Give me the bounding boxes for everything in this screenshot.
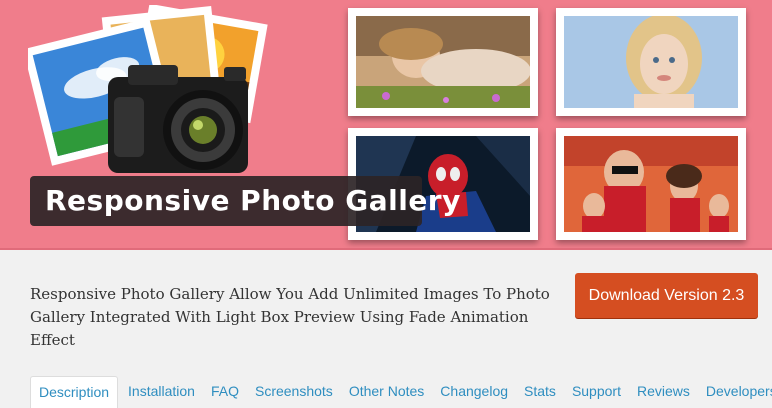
- tab-support[interactable]: Support: [564, 376, 629, 407]
- tab-developers[interactable]: Developers: [698, 376, 772, 407]
- photo-tile-woman-grass: [348, 8, 538, 116]
- plugin-description: Responsive Photo Gallery Allow You Add U…: [30, 285, 550, 349]
- plugin-banner: Responsive Photo Gallery: [0, 0, 772, 250]
- tab-faq[interactable]: FAQ: [203, 376, 247, 407]
- download-button[interactable]: Download Version 2.3: [575, 273, 758, 318]
- tab-reviews[interactable]: Reviews: [629, 376, 698, 407]
- tab-installation[interactable]: Installation: [120, 376, 203, 407]
- photo-tile-blonde-woman: [556, 8, 746, 116]
- plugin-tabs: Description Installation FAQ Screenshots…: [30, 376, 772, 408]
- tab-other-notes[interactable]: Other Notes: [341, 376, 432, 407]
- photo-tile-incredibles: [556, 128, 746, 240]
- tab-screenshots[interactable]: Screenshots: [247, 376, 341, 407]
- plugin-title: Responsive Photo Gallery: [45, 184, 461, 217]
- plugin-page: Responsive Photo Gallery Responsive Phot…: [0, 0, 772, 408]
- tab-description[interactable]: Description: [30, 376, 119, 408]
- tab-changelog[interactable]: Changelog: [432, 376, 516, 407]
- camera-with-photos-icon: [28, 5, 268, 173]
- tab-stats[interactable]: Stats: [516, 376, 564, 407]
